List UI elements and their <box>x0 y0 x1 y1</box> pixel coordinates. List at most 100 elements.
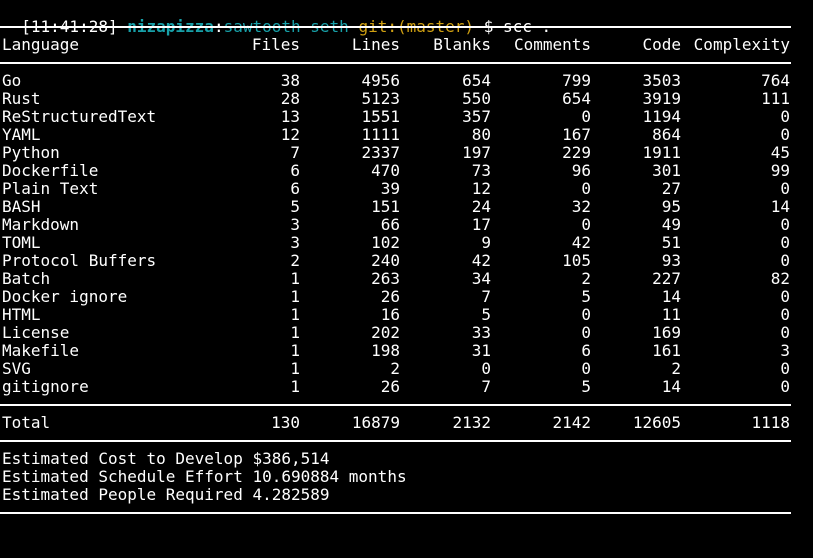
cell-lines: 4956 <box>361 71 400 90</box>
cell-language: Dockerfile <box>2 161 99 180</box>
cell-files: 13 <box>280 107 300 126</box>
cell-lines: 2337 <box>361 143 400 162</box>
cell-language: License <box>2 323 70 342</box>
cell-lines: 26 <box>380 377 400 396</box>
cell-comments: 0 <box>581 215 591 234</box>
cell-complexity: 82 <box>770 269 790 288</box>
cell-code: 3503 <box>642 71 681 90</box>
cell-complexity: 0 <box>780 125 790 144</box>
table-row: SVG 1 2 0 0 2 0 <box>0 360 791 378</box>
cell-comments: 5 <box>581 287 591 306</box>
table-row: Docker ignore 1 26 7 5 14 0 <box>0 288 791 306</box>
table-row: gitignore 1 26 7 5 14 0 <box>0 378 791 396</box>
cell-complexity: 0 <box>780 251 790 270</box>
cell-files: 3 <box>290 233 300 252</box>
cell-complexity: 0 <box>780 287 790 306</box>
cell-code: 3919 <box>642 89 681 108</box>
cell-comments: 799 <box>562 71 591 90</box>
table-row: BASH 5 151 24 32 95 14 <box>0 198 791 216</box>
cell-language: ReStructuredText <box>2 107 157 126</box>
cell-complexity: 45 <box>770 143 790 162</box>
table-header: Language Files Lines Blanks Comments Cod… <box>0 36 791 54</box>
cell-blanks: 12 <box>471 179 491 198</box>
cell-blanks: 17 <box>471 215 491 234</box>
estimated-schedule: Estimated Schedule Effort 10.690884 mont… <box>2 467 407 486</box>
cell-lines: 1111 <box>361 125 400 144</box>
cell-complexity: 0 <box>780 359 790 378</box>
table-row: Rust 28 5123 550 654 3919 111 <box>0 90 791 108</box>
cell-code: 2 <box>671 359 681 378</box>
table-total-row: Total 130 16879 2132 2142 12605 1118 <box>0 414 791 432</box>
cell-complexity: 0 <box>780 233 790 252</box>
cell-files: 1 <box>290 269 300 288</box>
cell-language: YAML <box>2 125 41 144</box>
cell-language: Markdown <box>2 215 80 234</box>
cell-language: Rust <box>2 89 41 108</box>
cell-lines: 16 <box>380 305 400 324</box>
cell-language: TOML <box>2 233 41 252</box>
total-complexity: 1118 <box>751 413 790 432</box>
total-code: 12605 <box>632 413 681 432</box>
cell-lines: 5123 <box>361 89 400 108</box>
cell-files: 6 <box>290 161 300 180</box>
header-code: Code <box>642 35 681 54</box>
cell-code: 49 <box>661 215 681 234</box>
cell-comments: 96 <box>571 161 591 180</box>
cell-complexity: 0 <box>780 323 790 342</box>
cell-comments: 42 <box>571 233 591 252</box>
cell-complexity: 0 <box>780 377 790 396</box>
cell-blanks: 550 <box>462 89 491 108</box>
cell-blanks: 0 <box>481 359 491 378</box>
table-row: Makefile 1 198 31 6 161 3 <box>0 342 791 360</box>
cell-comments: 2 <box>581 269 591 288</box>
cell-language: HTML <box>2 305 41 324</box>
total-blanks: 2132 <box>452 413 491 432</box>
table-row: Python 7 2337 197 229 1911 45 <box>0 144 791 162</box>
cell-complexity: 14 <box>770 197 790 216</box>
table-row: ReStructuredText 13 1551 357 0 1194 0 <box>0 108 791 126</box>
table-row: Plain Text 6 39 12 0 27 0 <box>0 180 791 198</box>
cell-lines: 26 <box>380 287 400 306</box>
cell-lines: 198 <box>371 341 400 360</box>
cell-code: 301 <box>652 161 681 180</box>
cell-code: 27 <box>661 179 681 198</box>
header-comments: Comments <box>513 35 591 54</box>
cell-comments: 229 <box>562 143 591 162</box>
cell-code: 1911 <box>642 143 681 162</box>
cell-code: 95 <box>661 197 681 216</box>
cell-blanks: 33 <box>471 323 491 342</box>
cell-blanks: 7 <box>481 287 491 306</box>
cell-files: 1 <box>290 341 300 360</box>
separator-top <box>0 26 791 28</box>
cell-code: 161 <box>652 341 681 360</box>
cell-files: 1 <box>290 287 300 306</box>
table-row: Markdown 3 66 17 0 49 0 <box>0 216 791 234</box>
table-row: Batch 1 263 34 2 227 82 <box>0 270 791 288</box>
cell-blanks: 34 <box>471 269 491 288</box>
separator-bottom <box>0 512 791 514</box>
cell-comments: 0 <box>581 107 591 126</box>
total-lines: 16879 <box>351 413 400 432</box>
header-blanks: Blanks <box>433 35 491 54</box>
cell-files: 28 <box>280 89 300 108</box>
cell-files: 1 <box>290 305 300 324</box>
cell-comments: 0 <box>581 323 591 342</box>
cell-lines: 1551 <box>361 107 400 126</box>
separator-total-bottom <box>0 440 791 442</box>
cell-complexity: 0 <box>780 107 790 126</box>
cell-files: 7 <box>290 143 300 162</box>
cell-files: 3 <box>290 215 300 234</box>
cell-blanks: 357 <box>462 107 491 126</box>
total-label: Total <box>2 413 51 432</box>
cell-language: Docker ignore <box>2 287 128 306</box>
cell-lines: 470 <box>371 161 400 180</box>
cell-comments: 0 <box>581 179 591 198</box>
cell-blanks: 42 <box>471 251 491 270</box>
table-row: HTML 1 16 5 0 11 0 <box>0 306 791 324</box>
cell-comments: 654 <box>562 89 591 108</box>
cell-comments: 167 <box>562 125 591 144</box>
cell-files: 5 <box>290 197 300 216</box>
cell-comments: 0 <box>581 359 591 378</box>
cell-language: Go <box>2 71 22 90</box>
cell-files: 1 <box>290 359 300 378</box>
